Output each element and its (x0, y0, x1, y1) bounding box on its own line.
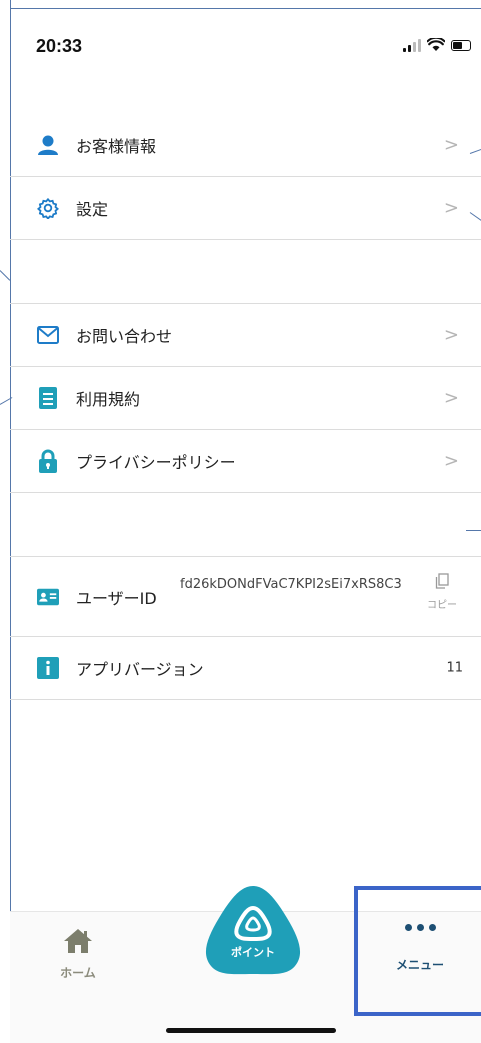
user-id-row: ユーザーID fd26kDONdFVaC7KPI2sEi7xRS8C3 コピー (10, 557, 481, 637)
menu-item-customer-info[interactable]: お客様情報 > (10, 114, 481, 177)
tab-menu-label: メニュー (395, 958, 444, 972)
menu-group-account: お客様情報 > 設定 > お問い合わせ > 利用規約 > プライバシーポリシー … (10, 114, 481, 700)
menu-item-contact[interactable]: お問い合わせ > (10, 304, 481, 367)
menu-item-label: 設定 (76, 200, 109, 219)
battery-icon (451, 39, 471, 51)
id-card-icon (37, 586, 59, 608)
more-dots-icon (358, 924, 481, 931)
person-icon (37, 134, 59, 156)
wifi-icon (427, 38, 445, 51)
copy-icon (435, 573, 449, 589)
status-icons (403, 38, 471, 52)
app-version-label: アプリバージョン (76, 660, 204, 679)
signal-icon (403, 38, 421, 52)
chevron-right-icon: > (443, 134, 459, 156)
info-icon (37, 657, 59, 679)
menu-item-terms[interactable]: 利用規約 > (10, 367, 481, 430)
app-screen: 20:33 お客様情報 > 設定 > お問い合わせ > 利用規約 > プライバシ… (0, 0, 481, 1043)
menu-item-label: お問い合わせ (76, 327, 173, 346)
status-time: 20:33 (36, 36, 83, 56)
bottom-tab-bar: ホーム ポイント メニュー (10, 886, 481, 1043)
document-icon (37, 387, 59, 409)
menu-item-privacy-policy[interactable]: プライバシーポリシー > (10, 430, 481, 493)
menu-item-label: お客様情報 (76, 137, 157, 156)
tab-point[interactable]: ポイント (203, 884, 303, 976)
copy-label: コピー (427, 600, 457, 611)
home-icon (64, 929, 92, 953)
chevron-right-icon: > (443, 324, 459, 346)
copy-button[interactable]: コピー (425, 573, 459, 611)
annotation-pointer (0, 270, 11, 281)
menu-item-label: プライバシーポリシー (76, 453, 236, 472)
tab-home-label: ホーム (60, 966, 96, 980)
tab-point-label: ポイント (231, 946, 275, 959)
status-bar: 20:33 (10, 8, 481, 78)
chevron-right-icon: > (443, 450, 459, 472)
mail-icon (37, 324, 59, 346)
tab-menu[interactable]: メニュー (354, 886, 481, 1016)
lock-icon (37, 449, 59, 473)
menu-item-label: 利用規約 (76, 390, 141, 409)
app-version-value: 11 (446, 660, 463, 676)
point-logo-icon (205, 886, 301, 975)
gear-icon (37, 197, 59, 219)
section-spacer (10, 493, 481, 557)
annotation-pointer (466, 530, 481, 531)
user-id-label: ユーザーID (76, 588, 157, 608)
menu-item-settings[interactable]: 設定 > (10, 177, 481, 240)
tab-home[interactable]: ホーム (48, 928, 108, 981)
section-spacer (10, 240, 481, 304)
chevron-right-icon: > (443, 387, 459, 409)
home-indicator (166, 1028, 336, 1033)
app-version-row: アプリバージョン 11 (10, 637, 481, 700)
user-id-value: fd26kDONdFVaC7KPI2sEi7xRS8C3 (180, 577, 402, 592)
chevron-right-icon: > (443, 197, 459, 219)
